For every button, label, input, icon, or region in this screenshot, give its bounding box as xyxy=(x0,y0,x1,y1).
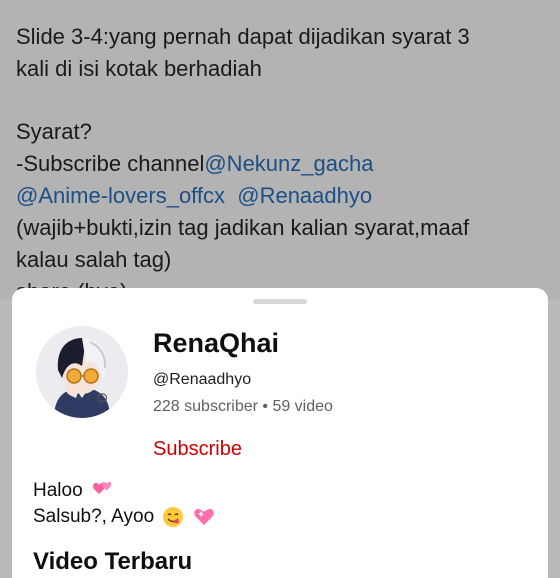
post-line-2: kali di isi kotak berhadiah xyxy=(16,56,262,81)
avatar[interactable] xyxy=(36,326,128,418)
channel-description-line-1: Haloo xyxy=(33,480,115,502)
mention-anime-lovers[interactable]: @Anime-lovers_offcx xyxy=(16,183,225,208)
mention-nekunz[interactable]: @Nekunz_gacha xyxy=(204,151,373,176)
dimmed-post-content: Slide 3-4:yang pernah dapat dijadikan sy… xyxy=(0,0,560,304)
anime-avatar-icon xyxy=(36,326,128,418)
post-note-1: (wajib+bukti,izin tag jadikan kalian sya… xyxy=(16,215,470,240)
subscribe-button[interactable]: Subscribe xyxy=(153,438,242,461)
mention-renaadhyo[interactable]: @Renaadhyo xyxy=(237,183,372,208)
drag-handle[interactable] xyxy=(253,299,307,304)
latest-videos-heading: Video Terbaru xyxy=(33,548,193,575)
channel-bottom-sheet: RenaQhai @Renaadhyo 228 subscriber • 59 … xyxy=(12,288,548,578)
subscribe-instruction: -Subscribe channel@Nekunz_gacha xyxy=(16,149,373,179)
channel-description-line-2: Salsub?, Ayoo xyxy=(33,506,215,528)
description-text-1: Haloo xyxy=(33,480,83,502)
channel-handle: @Renaadhyo xyxy=(153,371,252,388)
syarat-heading: Syarat? xyxy=(16,119,92,144)
channel-stats: 228 subscriber • 59 video xyxy=(153,398,333,415)
mention-row: @Anime-lovers_offcx @Renaadhyo xyxy=(16,181,372,211)
description-text-2: Salsub?, Ayoo xyxy=(33,506,155,528)
sparkling-heart-icon xyxy=(193,509,214,525)
savoring-face-icon xyxy=(163,507,184,527)
post-line-1: Slide 3-4:yang pernah dapat dijadikan sy… xyxy=(16,24,470,49)
subscribe-instruction-text: -Subscribe channel xyxy=(16,151,205,176)
channel-name: RenaQhai xyxy=(153,328,280,358)
two-hearts-icon xyxy=(92,482,112,494)
post-note-2: kalau salah tag) xyxy=(16,247,172,272)
